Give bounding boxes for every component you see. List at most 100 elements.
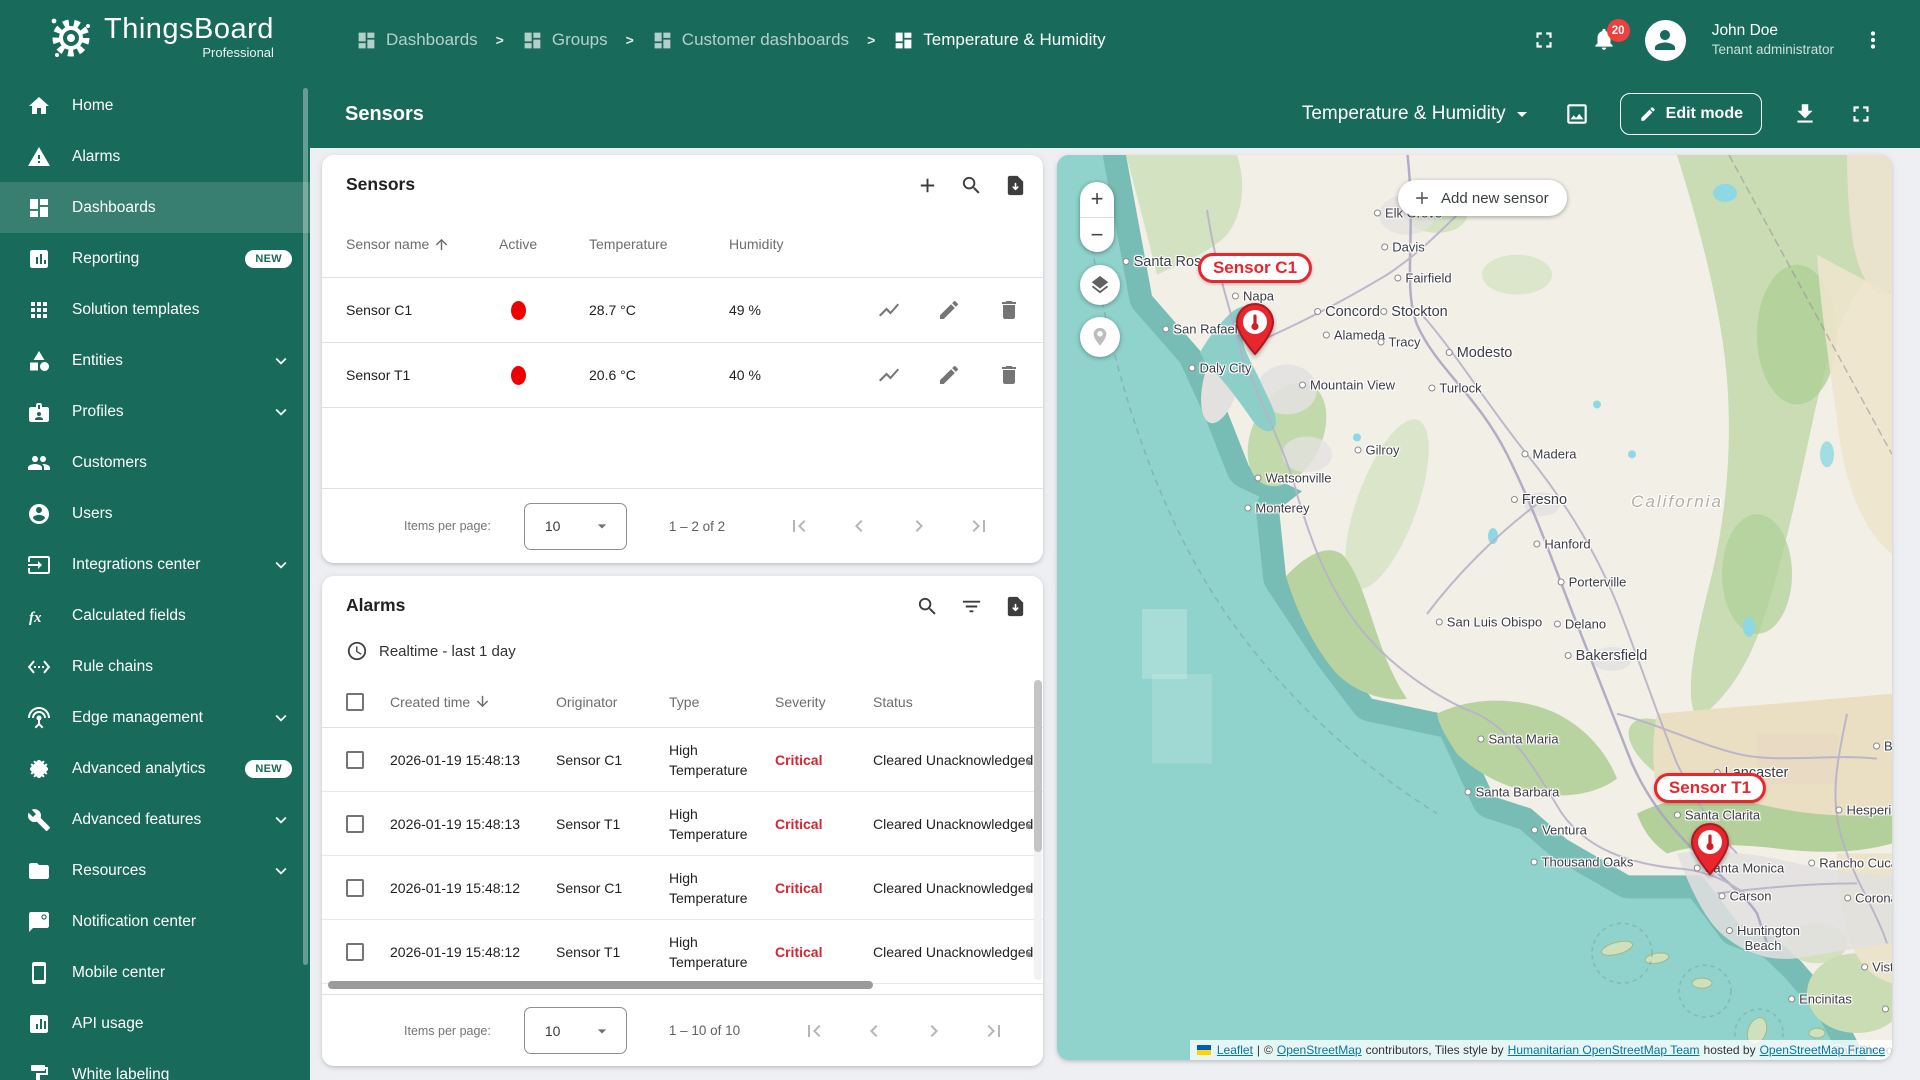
- export-button[interactable]: [997, 167, 1033, 203]
- map-pin-icon[interactable]: [1690, 823, 1730, 875]
- column-severity[interactable]: Severity: [775, 694, 873, 710]
- dashboard-select[interactable]: Temperature & Humidity: [1302, 102, 1534, 126]
- column-temperature[interactable]: Temperature: [589, 236, 729, 252]
- sidebar-item-api-usage[interactable]: API usage: [0, 998, 310, 1049]
- row-checkbox[interactable]: [346, 815, 364, 833]
- breadcrumb-dashboards[interactable]: Dashboards: [356, 30, 478, 51]
- sidebar-item-resources[interactable]: Resources: [0, 845, 310, 896]
- osm-france-link[interactable]: OpenStreetMap France: [1760, 1043, 1885, 1057]
- prev-page-icon[interactable]: [862, 1019, 886, 1043]
- alarm-table-row[interactable]: 2026-01-19 15:48:13 Sensor T1 High Tempe…: [322, 792, 1043, 856]
- last-page-icon[interactable]: [982, 1019, 1006, 1043]
- sidebar-item-reporting[interactable]: Reporting NEW: [0, 233, 310, 284]
- leaflet-link[interactable]: Leaflet: [1217, 1043, 1253, 1057]
- sidebar-item-mobile-center[interactable]: Mobile center: [0, 947, 310, 998]
- sidebar-item-white-labeling[interactable]: White labeling: [0, 1049, 310, 1080]
- user-info[interactable]: John Doe Tenant administrator: [1712, 21, 1834, 59]
- filter-button[interactable]: [953, 588, 989, 624]
- osm-link[interactable]: OpenStreetMap: [1277, 1043, 1362, 1057]
- breadcrumb-current-dashboard[interactable]: Temperature & Humidity: [893, 30, 1105, 51]
- next-page-icon[interactable]: [907, 514, 931, 538]
- sidebar-item-customers[interactable]: Customers: [0, 437, 310, 488]
- avatar[interactable]: [1645, 20, 1686, 61]
- map-canvas[interactable]: Davis Elk Grove Fairfield Santa Rosa Nap…: [1057, 155, 1892, 1060]
- timeseries-chart-icon[interactable]: [877, 363, 901, 387]
- sensor-table-row[interactable]: Sensor C1 28.7 °C 49 %: [322, 278, 1043, 343]
- search-button[interactable]: [953, 167, 989, 203]
- row-checkbox[interactable]: [346, 751, 364, 769]
- row-more-icon[interactable]: [1026, 760, 1031, 765]
- map-city-label: Fresno: [1511, 492, 1567, 508]
- column-created-time[interactable]: Created time: [390, 693, 556, 710]
- add-new-sensor-button[interactable]: Add new sensor: [1398, 180, 1567, 216]
- column-originator[interactable]: Originator: [556, 694, 669, 710]
- next-page-icon[interactable]: [922, 1019, 946, 1043]
- sidebar-item-solution-templates[interactable]: Solution templates: [0, 284, 310, 335]
- download-icon[interactable]: [1792, 101, 1818, 127]
- prev-page-icon[interactable]: [847, 514, 871, 538]
- breadcrumb-groups[interactable]: Groups: [522, 30, 608, 51]
- row-more-icon[interactable]: [1026, 824, 1031, 829]
- row-more-icon[interactable]: [1026, 888, 1031, 893]
- sidebar-item-integrations-center[interactable]: Integrations center: [0, 539, 310, 590]
- zoom-in-button[interactable]: +: [1080, 182, 1114, 218]
- sidebar-item-alarms[interactable]: Alarms: [0, 131, 310, 182]
- search-button[interactable]: [909, 588, 945, 624]
- alarms-horizontal-scrollbar[interactable]: [328, 981, 873, 989]
- zoom-out-button[interactable]: −: [1080, 218, 1114, 253]
- row-more-icon[interactable]: [1026, 952, 1031, 957]
- first-page-icon[interactable]: [802, 1019, 826, 1043]
- delete-icon[interactable]: [997, 363, 1021, 387]
- notifications-button[interactable]: 20: [1591, 26, 1619, 54]
- delete-icon[interactable]: [997, 298, 1021, 322]
- sidebar-item-dashboards[interactable]: Dashboards: [0, 182, 310, 233]
- sidebar-item-home[interactable]: Home: [0, 80, 310, 131]
- column-status[interactable]: Status: [873, 694, 1043, 710]
- breadcrumb-customer-dashboards[interactable]: Customer dashboards: [652, 30, 849, 51]
- sensor-t1-marker-label[interactable]: Sensor T1: [1654, 773, 1766, 803]
- sidebar-item-users[interactable]: Users: [0, 488, 310, 539]
- sidebar-item-advanced-analytics[interactable]: Advanced analytics NEW: [0, 743, 310, 794]
- map-pin-icon[interactable]: [1235, 303, 1275, 355]
- fullscreen-icon[interactable]: [1848, 101, 1874, 127]
- column-sensor-name[interactable]: Sensor name: [346, 236, 499, 253]
- dashboard-image-icon[interactable]: [1564, 101, 1590, 127]
- edit-icon[interactable]: [937, 298, 961, 322]
- column-active[interactable]: Active: [499, 236, 589, 252]
- select-all-checkbox[interactable]: [346, 693, 364, 711]
- thingsboard-logo[interactable]: ThingsBoard Professional: [46, 12, 274, 60]
- sidebar-item-profiles[interactable]: Profiles: [0, 386, 310, 437]
- alarm-table-row[interactable]: 2026-01-19 15:48:13 Sensor C1 High Tempe…: [322, 728, 1043, 792]
- timeseries-chart-icon[interactable]: [877, 298, 901, 322]
- timewindow-button[interactable]: Realtime - last 1 day: [346, 634, 516, 668]
- more-vert-icon[interactable]: [1860, 27, 1886, 53]
- column-humidity[interactable]: Humidity: [729, 236, 854, 252]
- page-size-select[interactable]: 10: [524, 1007, 627, 1054]
- add-entity-button[interactable]: [909, 167, 945, 203]
- page-size-select[interactable]: 10: [524, 503, 627, 550]
- sidebar-item-entities[interactable]: Entities: [0, 335, 310, 386]
- alarms-vertical-scrollbar[interactable]: [1034, 680, 1042, 852]
- sidebar-item-rule-chains[interactable]: Rule chains: [0, 641, 310, 692]
- alarm-table-row[interactable]: 2026-01-19 15:48:12 Sensor T1 High Tempe…: [322, 920, 1043, 984]
- sidebar-item-calculated-fields[interactable]: fx Calculated fields: [0, 590, 310, 641]
- edit-icon[interactable]: [937, 363, 961, 387]
- alarm-table-row[interactable]: 2026-01-19 15:48:12 Sensor C1 High Tempe…: [322, 856, 1043, 920]
- sidebar-item-edge-management[interactable]: Edge management: [0, 692, 310, 743]
- export-button[interactable]: [997, 588, 1033, 624]
- map-locate-button[interactable]: [1080, 317, 1120, 357]
- edit-mode-button[interactable]: Edit mode: [1620, 93, 1762, 135]
- sidebar-item-notification-center[interactable]: Notification center: [0, 896, 310, 947]
- sidebar-item-advanced-features[interactable]: Advanced features: [0, 794, 310, 845]
- sensor-table-row[interactable]: Sensor T1 20.6 °C 40 %: [322, 343, 1043, 408]
- map-layers-button[interactable]: [1080, 265, 1120, 305]
- hot-link[interactable]: Humanitarian OpenStreetMap Team: [1508, 1043, 1700, 1057]
- row-checkbox[interactable]: [346, 879, 364, 897]
- column-type[interactable]: Type: [669, 694, 775, 710]
- last-page-icon[interactable]: [967, 514, 991, 538]
- fullscreen-icon[interactable]: [1531, 27, 1557, 53]
- row-checkbox[interactable]: [346, 943, 364, 961]
- sensor-c1-marker-label[interactable]: Sensor C1: [1198, 253, 1312, 283]
- sidebar-scrollbar[interactable]: [303, 88, 308, 965]
- first-page-icon[interactable]: [787, 514, 811, 538]
